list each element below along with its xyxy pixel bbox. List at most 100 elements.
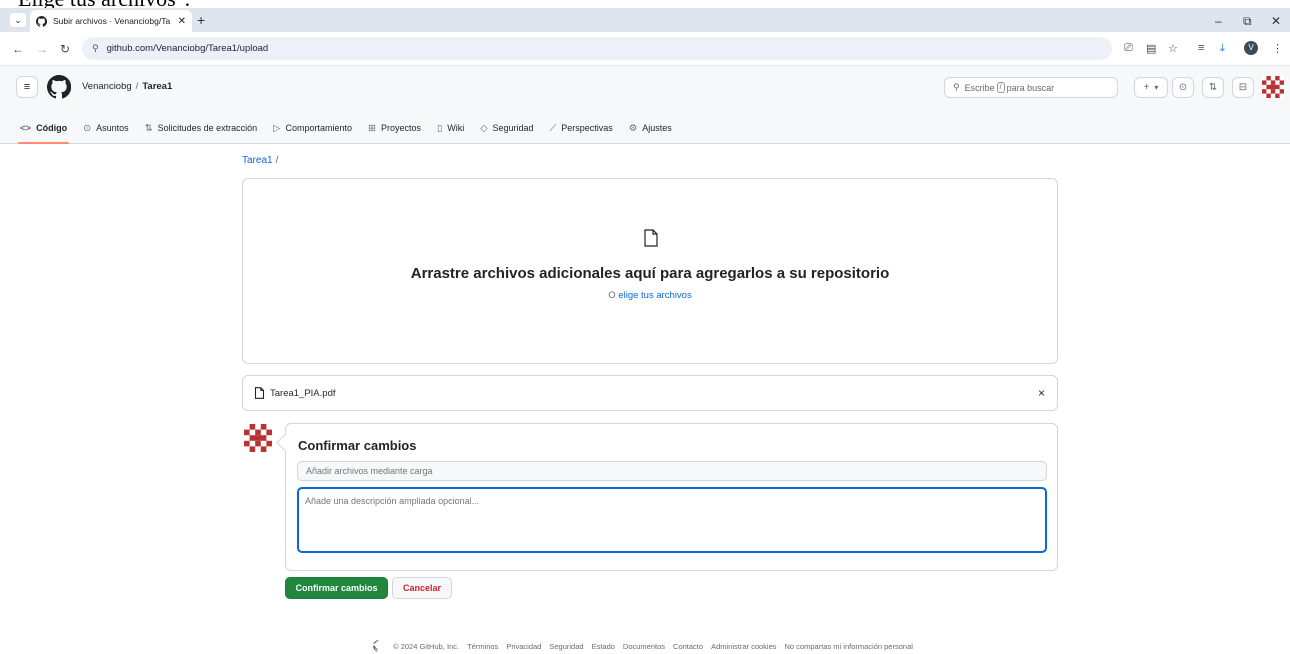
- upload-path-breadcrumb: Tarea1/: [242, 155, 278, 166]
- remove-file-icon[interactable]: ×: [1038, 386, 1045, 400]
- insights-icon: ⟋: [549, 122, 557, 134]
- minimize-icon[interactable]: –: [1215, 14, 1222, 28]
- tab-label: Seguridad: [492, 123, 534, 133]
- tab-settings[interactable]: ⚙ Ajustes: [629, 112, 672, 144]
- footer-copyright: © 2024 GitHub, Inc.: [393, 641, 460, 651]
- issues-button[interactable]: ⊙: [1172, 77, 1194, 98]
- browser-tabstrip: ⌄ Subir archivos · Venanciobg/Ta ✕ + – ⧉…: [0, 8, 1290, 32]
- repo-link[interactable]: Tarea1: [142, 81, 172, 92]
- footer-link[interactable]: Estado: [592, 642, 615, 651]
- actions-icon: ▷: [273, 122, 281, 134]
- tab-pull-request[interactable]: ⇅ Solicitudes de extracción: [145, 112, 258, 144]
- reading-list-icon[interactable]: ≡: [1198, 42, 1204, 54]
- commit-title: Confirmar cambios: [298, 438, 417, 453]
- site-info-icon[interactable]: ⚲: [92, 43, 99, 54]
- file-icon: [644, 229, 658, 247]
- create-new-button[interactable]: + ▾: [1134, 77, 1168, 98]
- github-header: ≡ Venanciobg / Tarea1 ⚲ Escribe / para bus…: [0, 66, 1290, 144]
- issues-icon: ⊙: [83, 122, 92, 134]
- bookmark-star-icon[interactable]: ☆: [1168, 42, 1178, 55]
- tab-label: Código: [36, 123, 68, 133]
- tab-code[interactable]: <> Código: [17, 112, 70, 144]
- tab-label: Comportamiento: [285, 123, 352, 133]
- path-repo-link[interactable]: Tarea1: [242, 155, 273, 166]
- tab-label: Ajustes: [642, 123, 672, 133]
- commit-description-textarea[interactable]: [297, 487, 1047, 553]
- wiki-icon: ▯: [436, 122, 443, 134]
- tab-label: Proyectos: [380, 123, 421, 133]
- commit-summary-input[interactable]: [297, 461, 1047, 481]
- footer-link[interactable]: Contacto: [673, 642, 703, 651]
- new-tab-icon[interactable]: +: [197, 12, 205, 28]
- tab-label: Wiki: [447, 123, 465, 133]
- projects-icon: ⊞: [367, 122, 376, 134]
- pull-requests-button[interactable]: ⇅: [1202, 77, 1224, 98]
- browser-tab-title: Subir archivos · Venanciobg/Ta: [53, 16, 171, 26]
- browser-menu-icon[interactable]: ⋮: [1272, 42, 1283, 55]
- chevron-down-icon: ▾: [1154, 83, 1159, 92]
- pull-request-icon: ⇅: [144, 122, 153, 134]
- commit-changes-box: Confirmar cambios: [285, 423, 1058, 571]
- inbox-icon: ⊟: [1238, 82, 1248, 93]
- browser-profile-avatar[interactable]: V: [1244, 41, 1258, 55]
- tab-insights[interactable]: ⟋ Perspectivas: [550, 112, 613, 144]
- reload-icon[interactable]: ↻: [60, 42, 70, 56]
- tab-actions[interactable]: ▷ Comportamiento: [273, 112, 352, 144]
- close-tab-icon[interactable]: ✕: [178, 16, 186, 27]
- github-favicon-icon: [36, 15, 47, 27]
- choose-files-link[interactable]: elige tus archivos: [618, 290, 691, 301]
- commit-author-avatar: [244, 424, 272, 452]
- user-avatar[interactable]: [1262, 76, 1284, 98]
- owner-link[interactable]: Venanciobg: [82, 81, 132, 92]
- inbox-button[interactable]: ⊟: [1232, 77, 1254, 98]
- footer-link[interactable]: Documentos: [623, 642, 665, 651]
- dropzone-title: Arrastre archivos adicionales aquí para …: [410, 265, 890, 282]
- translate-icon[interactable]: ▤: [1146, 42, 1156, 55]
- repo-breadcrumb: Venanciobg / Tarea1: [82, 81, 172, 92]
- search-shortcut-key: /: [996, 82, 1005, 93]
- forward-icon[interactable]: →: [36, 42, 48, 56]
- browser-tab-active[interactable]: Subir archivos · Venanciobg/Ta ✕: [30, 10, 192, 32]
- close-window-icon[interactable]: ✕: [1271, 14, 1281, 28]
- dropzone-subtitle: O elige tus archivos: [243, 290, 1057, 301]
- github-logo-icon[interactable]: [47, 75, 71, 99]
- search-input[interactable]: ⚲ Escribe / para buscar: [944, 77, 1118, 98]
- tab-label: Solicitudes de extracción: [157, 123, 258, 133]
- settings-icon: ⚙: [628, 122, 638, 134]
- cast-icon[interactable]: ⎚: [1124, 42, 1133, 55]
- tab-security[interactable]: ◇ Seguridad: [480, 112, 533, 144]
- footer-link[interactable]: Términos: [467, 642, 498, 651]
- cancel-button[interactable]: Cancelar: [392, 577, 452, 599]
- file-icon: [254, 387, 265, 399]
- tab-label: Perspectivas: [561, 123, 613, 133]
- uploaded-file-name: Tarea1_PIA.pdf: [270, 387, 336, 399]
- tab-issues[interactable]: ⊙ Asuntos: [83, 112, 129, 144]
- footer-link[interactable]: Administrar cookies: [711, 642, 776, 651]
- security-icon: ◇: [480, 122, 488, 134]
- path-slash: /: [275, 155, 279, 166]
- page-footer: © 2024 GitHub, Inc. Términos Privacidad Se…: [0, 640, 1290, 652]
- git-pull-request-icon: ⇅: [1208, 82, 1218, 93]
- breadcrumb-separator: /: [135, 81, 139, 92]
- repo-navigation: <> Código ⊙ Asuntos ⇅ Solicitudes de extracci…: [0, 112, 688, 144]
- tab-projects[interactable]: ⊞ Proyectos: [368, 112, 421, 144]
- tab-search-button[interactable]: ⌄: [10, 13, 26, 27]
- code-icon: <>: [20, 122, 32, 134]
- issue-opened-icon: ⊙: [1178, 82, 1188, 93]
- tab-wiki[interactable]: ▯ Wiki: [437, 112, 464, 144]
- hamburger-menu-icon[interactable]: ≡: [16, 76, 38, 98]
- search-icon: ⚲: [953, 82, 960, 92]
- file-dropzone[interactable]: Arrastre archivos adicionales aquí para …: [242, 178, 1058, 364]
- maximize-icon[interactable]: ⧉: [1243, 14, 1252, 29]
- uploaded-file-row: Tarea1_PIA.pdf ×: [242, 375, 1058, 411]
- footer-link[interactable]: Seguridad: [549, 642, 583, 651]
- commit-changes-button[interactable]: Confirmar cambios: [285, 577, 388, 599]
- footer-link[interactable]: No compartas mi información personal: [785, 642, 913, 651]
- download-icon[interactable]: ⤓: [1220, 42, 1225, 55]
- plus-icon: +: [1143, 82, 1150, 93]
- back-icon[interactable]: ←: [12, 42, 24, 56]
- search-placeholder-pre: Escribe: [964, 82, 995, 93]
- footer-link[interactable]: Privacidad: [506, 642, 541, 651]
- github-footer-logo-icon[interactable]: [373, 640, 385, 652]
- address-bar[interactable]: ⚲ github.com/Venanciobg/Tarea1/upload: [82, 37, 1112, 60]
